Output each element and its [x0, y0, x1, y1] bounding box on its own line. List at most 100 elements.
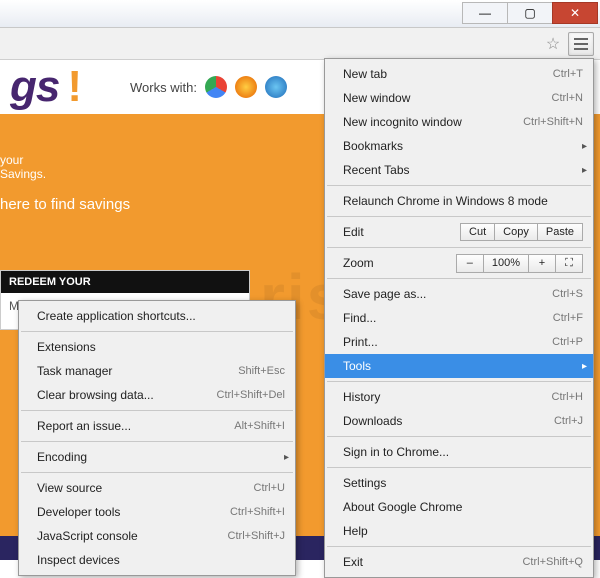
menu-item-label: Zoom: [343, 256, 374, 270]
menu-item-label: Downloads: [343, 414, 402, 428]
menu-item-label: Exit: [343, 555, 363, 569]
menu-item-label: Extensions: [37, 340, 96, 354]
shortcut-label: Ctrl+Shift+N: [493, 116, 583, 128]
menu-item-label: New tab: [343, 67, 387, 81]
main-menu-item-bookmarks[interactable]: Bookmarks ▸: [325, 134, 593, 158]
tools-submenu: Create application shortcuts... Extension…: [18, 300, 296, 576]
submenu-arrow-icon: ▸: [284, 452, 289, 463]
main-menu-item-tools[interactable]: Tools▸: [325, 354, 593, 378]
menu-item-label: Developer tools: [37, 505, 120, 519]
zoom-in-button[interactable]: +: [528, 254, 556, 273]
submenu-arrow-icon: ▸: [582, 165, 587, 176]
shortcut-label: Shift+Esc: [208, 365, 285, 377]
submenu-arrow-icon: ▸: [582, 141, 587, 152]
main-menu-item-about-google-chrome[interactable]: About Google Chrome: [325, 495, 593, 519]
main-menu-item-recent-tabs[interactable]: Recent Tabs ▸: [325, 158, 593, 182]
edit-cut-button[interactable]: Cut: [460, 223, 495, 241]
main-menu-item-new-tab[interactable]: New tab Ctrl+T: [325, 62, 593, 86]
main-menu-item-exit[interactable]: Exit Ctrl+Shift+Q: [325, 550, 593, 574]
tools-menu-separator: [21, 410, 293, 411]
main-menu-item-settings[interactable]: Settings: [325, 471, 593, 495]
window-maximize-button[interactable]: ▢: [507, 2, 553, 24]
shortcut-label: Ctrl+P: [522, 336, 583, 348]
shortcut-label: Ctrl+Shift+I: [200, 506, 285, 518]
menu-item-label: Clear browsing data...: [37, 388, 154, 402]
main-menu-item-help[interactable]: Help: [325, 519, 593, 543]
site-logo: gs: [10, 62, 59, 112]
edit-paste-button[interactable]: Paste: [537, 223, 583, 241]
menu-item-label: Inspect devices: [37, 553, 120, 567]
shortcut-label: Alt+Shift+I: [204, 420, 285, 432]
window-titlebar: — ▢ ✕: [0, 0, 600, 28]
tools-menu-item-task-manager[interactable]: Task manager Shift+Esc: [19, 359, 295, 383]
shortcut-label: Ctrl+S: [522, 288, 583, 300]
main-menu-separator: [327, 216, 591, 217]
menu-item-label: JavaScript console: [37, 529, 138, 543]
window-close-button[interactable]: ✕: [552, 2, 598, 24]
main-menu-separator: [327, 467, 591, 468]
hamburger-menu-button[interactable]: [568, 32, 594, 56]
main-menu-separator: [327, 278, 591, 279]
tools-menu-separator: [21, 331, 293, 332]
menu-item-label: Bookmarks: [343, 139, 403, 153]
works-with-label: Works with:: [130, 80, 197, 95]
main-menu-separator: [327, 436, 591, 437]
tools-menu-item-clear-browsing-data[interactable]: Clear browsing data... Ctrl+Shift+Del: [19, 383, 295, 407]
main-menu-item-relaunch-chrome-in-windows-8-mode[interactable]: Relaunch Chrome in Windows 8 mode: [325, 189, 593, 213]
shortcut-label: Ctrl+N: [522, 92, 583, 104]
shortcut-label: Ctrl+Shift+Del: [187, 389, 285, 401]
menu-item-label: Encoding: [37, 450, 87, 464]
zoom-out-button[interactable]: –: [456, 254, 484, 273]
main-menu-item-edit[interactable]: EditCutCopyPaste: [325, 220, 593, 244]
firefox-icon: [235, 76, 257, 98]
main-menu-item-save-page-as[interactable]: Save page as... Ctrl+S: [325, 282, 593, 306]
menu-item-label: Task manager: [37, 364, 112, 378]
main-menu-separator: [327, 546, 591, 547]
menu-item-label: Save page as...: [343, 287, 426, 301]
logo-exclaim: !: [67, 62, 82, 112]
menu-item-label: Help: [343, 524, 368, 538]
shortcut-label: Ctrl+Shift+Q: [492, 556, 583, 568]
main-menu-separator: [327, 247, 591, 248]
chrome-main-menu: New tab Ctrl+T New window Ctrl+N New incogni…: [324, 58, 594, 578]
main-menu-separator: [327, 381, 591, 382]
menu-item-label: About Google Chrome: [343, 500, 462, 514]
tools-menu-separator: [21, 441, 293, 442]
main-menu-item-print[interactable]: Print...Ctrl+P: [325, 330, 593, 354]
menu-item-label: New window: [343, 91, 410, 105]
fullscreen-button[interactable]: ⛶: [555, 254, 583, 273]
main-menu-item-find[interactable]: Find... Ctrl+F: [325, 306, 593, 330]
main-menu-item-new-window[interactable]: New window Ctrl+N: [325, 86, 593, 110]
main-menu-item-downloads[interactable]: DownloadsCtrl+J: [325, 409, 593, 433]
bookmark-star-icon[interactable]: ☆: [542, 33, 564, 55]
main-menu-item-history[interactable]: HistoryCtrl+H: [325, 385, 593, 409]
shortcut-label: Ctrl+Shift+J: [198, 530, 285, 542]
main-menu-item-zoom[interactable]: Zoom –100%+⛶: [325, 251, 593, 275]
menu-item-label: View source: [37, 481, 102, 495]
tools-menu-item-report-an-issue[interactable]: Report an issue... Alt+Shift+I: [19, 414, 295, 438]
tools-menu-item-inspect-devices[interactable]: Inspect devices: [19, 548, 295, 572]
tools-menu-item-extensions[interactable]: Extensions: [19, 335, 295, 359]
main-menu-item-sign-in-to-chrome[interactable]: Sign in to Chrome...: [325, 440, 593, 464]
main-menu-separator: [327, 185, 591, 186]
main-menu-item-new-incognito-window[interactable]: New incognito windowCtrl+Shift+N: [325, 110, 593, 134]
menu-item-label: Find...: [343, 311, 376, 325]
tools-menu-item-view-source[interactable]: View sourceCtrl+U: [19, 476, 295, 500]
edit-copy-button[interactable]: Copy: [494, 223, 538, 241]
menu-item-label: Recent Tabs: [343, 163, 410, 177]
menu-item-label: Tools: [343, 359, 371, 373]
window-minimize-button[interactable]: —: [462, 2, 508, 24]
menu-item-label: Relaunch Chrome in Windows 8 mode: [343, 194, 548, 208]
browser-toolbar: ☆: [0, 28, 600, 60]
tools-menu-item-create-application-shortcuts[interactable]: Create application shortcuts...: [19, 304, 295, 328]
shortcut-label: Ctrl+H: [522, 391, 583, 403]
promo-card-header: REDEEM YOUR: [1, 271, 249, 293]
zoom-level[interactable]: 100%: [483, 254, 529, 273]
tools-menu-item-encoding[interactable]: Encoding ▸: [19, 445, 295, 469]
tools-menu-item-developer-tools[interactable]: Developer tools Ctrl+Shift+I: [19, 500, 295, 524]
menu-item-label: Report an issue...: [37, 419, 131, 433]
menu-item-label: Create application shortcuts...: [37, 309, 196, 323]
shortcut-label: Ctrl+T: [523, 68, 583, 80]
tools-menu-item-javascript-console[interactable]: JavaScript console Ctrl+Shift+J: [19, 524, 295, 548]
shortcut-label: Ctrl+F: [523, 312, 583, 324]
